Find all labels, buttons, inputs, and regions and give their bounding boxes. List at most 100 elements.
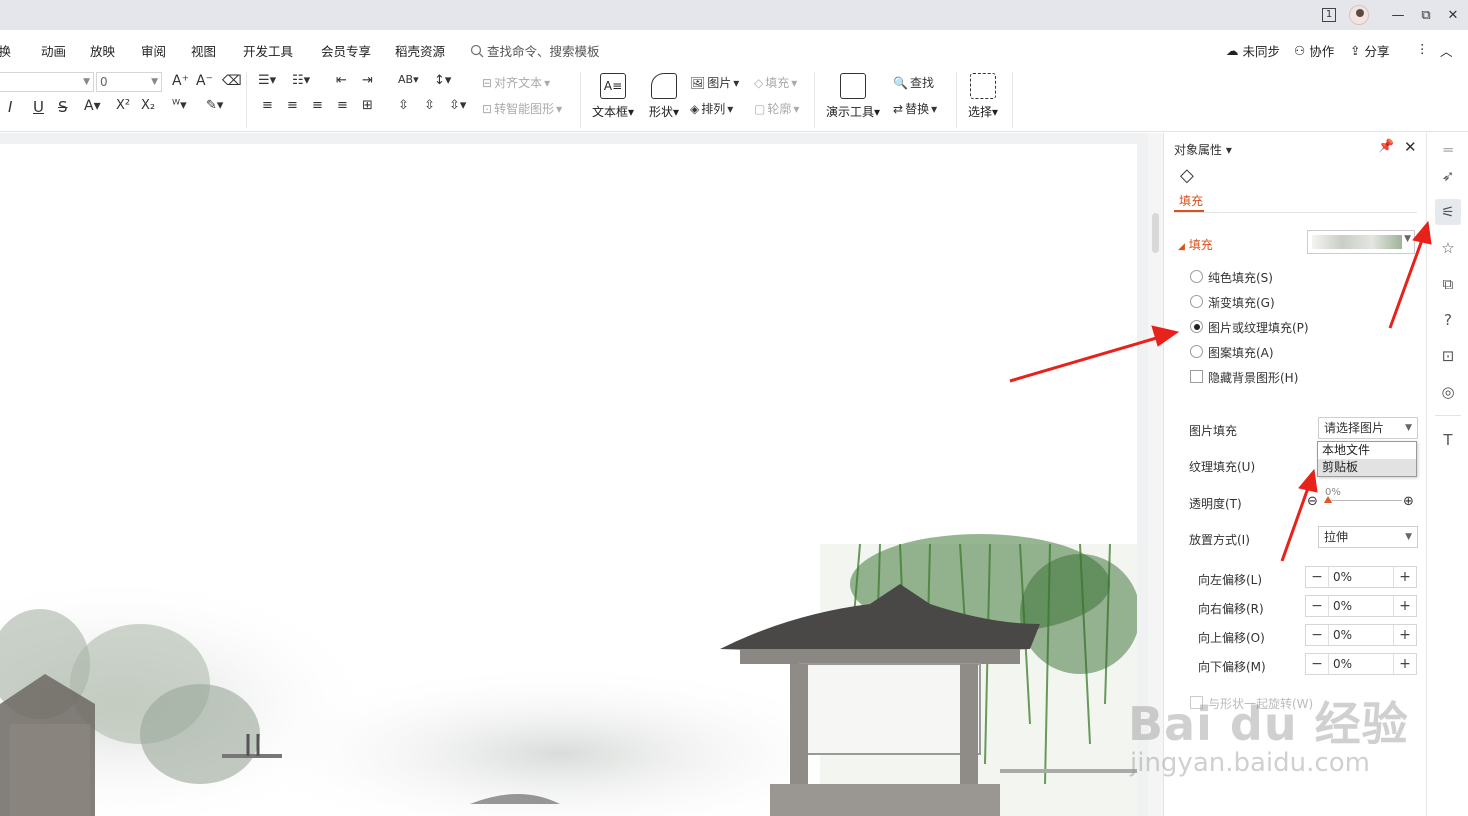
align-right-icon[interactable]: ≡ [312, 98, 323, 113]
offset-top-stepper[interactable]: −0% + [1305, 624, 1417, 646]
align-left-icon[interactable]: ≡ [262, 98, 273, 113]
option-clipboard[interactable]: 剪贴板 [1318, 459, 1416, 476]
fill-preview-select[interactable]: ▼ [1307, 230, 1415, 254]
textbox-button[interactable]: A≡ 文本框▾ [590, 73, 636, 120]
numbered-list-icon[interactable]: ☷▾ [292, 73, 310, 88]
sync-status[interactable]: ☁ 未同步 [1226, 41, 1280, 60]
menu-lines-icon[interactable]: ═ [1435, 137, 1461, 163]
plus-icon[interactable]: + [1394, 625, 1416, 645]
text-icon[interactable]: T [1435, 427, 1461, 453]
radio-picture-fill[interactable] [1190, 320, 1203, 333]
minus-icon[interactable]: − [1306, 654, 1328, 674]
rocket-icon[interactable]: ➶ [1435, 163, 1461, 189]
minus-icon[interactable]: − [1306, 567, 1328, 587]
picture-button[interactable]: 🖼 图片 ▾ [690, 74, 739, 91]
offset-right-value[interactable]: 0% [1328, 596, 1394, 616]
decrease-indent-icon[interactable]: ⇤ [336, 73, 347, 88]
plus-icon[interactable]: + [1394, 596, 1416, 616]
smart-shape-button[interactable]: ⊡ 转智能图形 ▾ [482, 100, 562, 117]
properties-sliders-icon[interactable]: ⚟ [1435, 199, 1461, 225]
superscript-icon[interactable]: X² [116, 98, 130, 113]
clear-format-icon[interactable]: ⌫ [222, 73, 242, 89]
placement-select[interactable]: 拉伸 ▼ [1318, 526, 1418, 548]
replace-button[interactable]: ⇄ 替换 ▾ [893, 100, 937, 117]
bulb-icon[interactable]: ◎ [1435, 379, 1461, 405]
transparency-slider-thumb[interactable] [1324, 496, 1332, 503]
transition-icon[interactable]: ⧉ [1435, 271, 1461, 297]
align-text-button[interactable]: ⊟ 对齐文本 ▾ [482, 74, 550, 91]
transparency-plus-icon[interactable]: ⊕ [1403, 494, 1414, 509]
arrange-button[interactable]: ◈ 排列 ▾ [690, 100, 733, 117]
radio-gradient-fill[interactable] [1190, 295, 1203, 308]
offset-right-stepper[interactable]: −0% + [1305, 595, 1417, 617]
plus-icon[interactable]: + [1394, 654, 1416, 674]
transparency-slider[interactable] [1326, 500, 1402, 501]
transparency-minus-icon[interactable]: ⊖ [1307, 494, 1318, 509]
shrink-font-icon[interactable]: A⁻ [196, 73, 213, 89]
section-fill-header[interactable]: ◢ 填充 [1178, 236, 1213, 253]
menu-view[interactable]: 视图 [191, 41, 216, 60]
present-tool-button[interactable]: 演示工具▾ [824, 73, 882, 120]
radio-pattern-fill[interactable] [1190, 345, 1203, 358]
collab-button[interactable]: ⚇ 协作 [1294, 41, 1334, 60]
option-local-file[interactable]: 本地文件 [1318, 442, 1416, 459]
plus-icon[interactable]: + [1394, 567, 1416, 587]
font-color-icon[interactable]: A▾ [84, 98, 101, 114]
underline-icon[interactable]: U [33, 98, 44, 116]
justify-icon[interactable]: ≡ [337, 98, 348, 113]
offset-bottom-stepper[interactable]: −0% + [1305, 653, 1417, 675]
menu-daoke[interactable]: 稻壳资源 [395, 41, 445, 60]
subscript-icon[interactable]: X₂ [141, 98, 155, 113]
font-name-select[interactable]: ▼ [0, 72, 94, 92]
font-size-select[interactable]: 0 ▼ [96, 72, 162, 92]
menu-member[interactable]: 会员专享 [321, 41, 371, 60]
panel-title[interactable]: 对象属性 ▾ [1174, 141, 1232, 158]
para-spacing2-icon[interactable]: ⇳ [424, 98, 435, 113]
shape-button[interactable]: 形状▾ [646, 73, 682, 120]
distribute-icon[interactable]: ⊞ [362, 98, 373, 113]
menu-developer[interactable]: 开发工具 [243, 41, 293, 60]
pin-icon[interactable]: 📌 [1378, 139, 1394, 154]
picture-source-select[interactable]: 请选择图片 ▼ [1318, 417, 1418, 439]
offset-bottom-value[interactable]: 0% [1328, 654, 1394, 674]
menu-animation[interactable]: 动画 [41, 41, 66, 60]
command-search[interactable]: 查找命令、搜索模板 [470, 41, 600, 60]
radio-solid-fill[interactable] [1190, 270, 1203, 283]
find-button[interactable]: 🔍 查找 [893, 74, 934, 91]
restore-button[interactable]: ⧉ [1416, 5, 1436, 25]
para-spacing3-icon[interactable]: ⇳▾ [449, 98, 466, 113]
fill-button[interactable]: ◇ 填充 ▾ [754, 74, 797, 91]
help-icon[interactable]: ? [1435, 307, 1461, 333]
collapse-ribbon-icon[interactable]: ︿ [1440, 41, 1453, 60]
scroll-thumb[interactable] [1152, 213, 1159, 253]
minus-icon[interactable]: − [1306, 625, 1328, 645]
close-button[interactable]: ✕ [1443, 5, 1463, 25]
fill-bucket-icon[interactable]: ◇ [1180, 165, 1194, 186]
select-button[interactable]: 选择▾ [964, 73, 1002, 120]
grow-font-icon[interactable]: A⁺ [172, 73, 189, 89]
minimize-button[interactable]: — [1388, 5, 1408, 25]
strikethrough-icon[interactable]: S [58, 98, 68, 116]
tab-fill[interactable]: 填充 [1179, 192, 1203, 209]
increase-indent-icon[interactable]: ⇥ [362, 73, 373, 88]
phonetic-icon[interactable]: ᵂ▾ [172, 98, 187, 113]
align-center-icon[interactable]: ≡ [287, 98, 298, 113]
menu-slideshow[interactable]: 放映 [90, 41, 115, 60]
more-icon[interactable]: ⋮ [1416, 41, 1429, 56]
highlight-icon[interactable]: ✎▾ [206, 98, 223, 113]
offset-left-stepper[interactable]: −0% + [1305, 566, 1417, 588]
menu-review[interactable]: 审阅 [141, 41, 166, 60]
para-spacing-icon[interactable]: ⇳ [398, 98, 409, 113]
checkbox-hide-bg[interactable] [1190, 370, 1203, 383]
line-spacing-icon[interactable]: ↕▾ [434, 73, 451, 88]
close-panel-icon[interactable]: ✕ [1404, 138, 1417, 156]
page-indicator-icon[interactable]: 1 [1318, 5, 1340, 25]
slide-canvas[interactable] [0, 144, 1137, 816]
text-direction-icon[interactable]: AB▾ [398, 73, 419, 86]
avatar[interactable] [1349, 5, 1369, 25]
offset-top-value[interactable]: 0% [1328, 625, 1394, 645]
offset-left-value[interactable]: 0% [1328, 567, 1394, 587]
minus-icon[interactable]: − [1306, 596, 1328, 616]
italic-icon[interactable]: I [8, 98, 12, 116]
animation-star-icon[interactable]: ☆ [1435, 235, 1461, 261]
